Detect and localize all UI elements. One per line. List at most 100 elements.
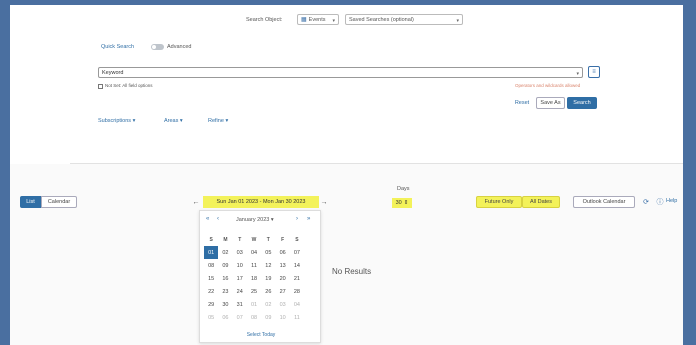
calendar-icon: ▦ (301, 17, 307, 23)
calendar-day[interactable]: 04 (247, 246, 261, 259)
search-panel: Search Object: ▦ Events ▾ Saved Searches… (10, 5, 683, 163)
calendar-day[interactable]: 23 (218, 285, 232, 298)
calendar-day[interactable]: 22 (204, 285, 218, 298)
refresh-icon[interactable]: ⟳ (641, 196, 651, 208)
calendar-day[interactable]: 10 (233, 259, 247, 272)
results-area (10, 164, 683, 345)
reset-button[interactable]: Reset (510, 97, 534, 109)
weekday-label: S (295, 236, 299, 243)
calendar-day[interactable]: 07 (233, 311, 247, 324)
keyword-value: Keyword (102, 69, 124, 76)
calendar-day[interactable]: 17 (233, 272, 247, 285)
future-only-button[interactable]: Future Only (476, 196, 522, 208)
date-range-display[interactable]: Sun Jan 01 2023 - Mon Jan 30 2023 (203, 196, 319, 208)
calendar-day[interactable]: 12 (261, 259, 275, 272)
calendar-day[interactable]: 13 (275, 259, 289, 272)
help-icon[interactable]: ⓘ (655, 196, 665, 208)
operators-hint: Operators and wildcards allowed (515, 83, 581, 88)
saved-searches-select[interactable]: Saved Searches (optional) ▾ (345, 14, 463, 25)
next-year-icon[interactable]: » (307, 216, 310, 222)
chevron-down-icon: ▾ (576, 71, 579, 77)
quick-search-label[interactable]: Quick Search (101, 44, 134, 50)
calendar-day[interactable]: 01 (204, 246, 219, 259)
calendar-day[interactable]: 07 (290, 246, 304, 259)
keyword-input[interactable]: Keyword ▾ (98, 67, 583, 78)
help-link[interactable]: Help (666, 198, 677, 204)
all-fields-checkbox[interactable] (98, 84, 103, 89)
calendar-day[interactable]: 02 (261, 298, 275, 311)
saved-searches-placeholder: Saved Searches (optional) (349, 16, 414, 23)
calendar-view-button[interactable]: Calendar (41, 196, 77, 208)
search-object-select[interactable]: ▦ Events ▾ (297, 14, 339, 25)
chevron-down-icon: ▾ (225, 118, 229, 124)
days-value: 30 (395, 200, 402, 206)
list-view-button[interactable]: List (20, 196, 41, 208)
prev-month-icon[interactable]: ‹ (217, 216, 219, 222)
all-dates-button[interactable]: All Dates (522, 196, 560, 208)
save-as-button[interactable]: Save As (536, 97, 565, 109)
areas-dropdown[interactable]: Areas ▾ (164, 118, 183, 124)
stepper-icon[interactable]: ⇕ (404, 200, 409, 206)
calendar-day[interactable]: 26 (261, 285, 275, 298)
calendar-day[interactable]: 20 (275, 272, 289, 285)
weekday-label: T (266, 236, 270, 243)
weekday-label: S (209, 236, 213, 243)
calendar-day[interactable]: 11 (247, 259, 261, 272)
chevron-down-icon: ▾ (132, 118, 136, 124)
prev-range-arrow[interactable]: ← (192, 196, 200, 208)
month-year-select[interactable]: January 2023 ▾ (236, 217, 274, 223)
calendar-day[interactable]: 06 (218, 311, 232, 324)
prev-year-icon[interactable]: « (206, 216, 209, 222)
calendar-day[interactable]: 02 (218, 246, 232, 259)
calendar-day[interactable]: 09 (261, 311, 275, 324)
outlook-calendar-button[interactable]: Outlook Calendar (573, 196, 635, 208)
days-stepper[interactable]: 30 ⇕ (392, 198, 412, 208)
calendar-day[interactable]: 09 (218, 259, 232, 272)
calendar-day[interactable]: 10 (275, 311, 289, 324)
advanced-label: Advanced (167, 44, 192, 50)
search-object-value: Events (308, 16, 326, 23)
calendar-day[interactable]: 05 (204, 311, 218, 324)
no-results-message: No Results (332, 267, 372, 276)
weekday-label: W (251, 236, 257, 243)
calendar-day[interactable]: 15 (204, 272, 218, 285)
calendar-day[interactable]: 06 (275, 246, 289, 259)
calendar-day[interactable]: 29 (204, 298, 218, 311)
select-today-link[interactable]: Select Today (200, 332, 322, 338)
calendar-day[interactable]: 03 (233, 246, 247, 259)
search-options-icon[interactable]: ≡ (588, 66, 600, 78)
calendar-grid: S M T W T F S 01 02 03 04 05 06 07 08 09… (204, 233, 304, 324)
weekday-label: F (281, 236, 285, 243)
date-picker: « ‹ January 2023 ▾ › » S M T W T F S 01 … (199, 210, 321, 343)
calendar-day[interactable]: 04 (290, 298, 304, 311)
calendar-day[interactable]: 21 (290, 272, 304, 285)
calendar-day[interactable]: 16 (218, 272, 232, 285)
calendar-day[interactable]: 03 (275, 298, 289, 311)
chevron-down-icon: ▾ (270, 217, 274, 223)
search-button[interactable]: Search (567, 97, 597, 109)
calendar-day[interactable]: 05 (261, 246, 275, 259)
calendar-day[interactable]: 14 (290, 259, 304, 272)
subscriptions-dropdown[interactable]: Subscriptions ▾ (98, 118, 135, 124)
calendar-day[interactable]: 24 (233, 285, 247, 298)
advanced-toggle[interactable] (151, 44, 164, 50)
search-object-label: Search Object: (246, 17, 283, 23)
calendar-day[interactable]: 30 (218, 298, 232, 311)
calendar-day[interactable]: 01 (247, 298, 261, 311)
weekday-label: M (223, 236, 228, 243)
chevron-down-icon: ▾ (179, 118, 183, 124)
calendar-day[interactable]: 28 (290, 285, 304, 298)
next-range-arrow[interactable]: → (320, 196, 328, 208)
calendar-day[interactable]: 31 (233, 298, 247, 311)
days-label: Days (397, 186, 410, 192)
next-month-icon[interactable]: › (296, 216, 298, 222)
calendar-day[interactable]: 19 (261, 272, 275, 285)
calendar-day[interactable]: 25 (247, 285, 261, 298)
calendar-day[interactable]: 11 (290, 311, 304, 324)
calendar-day[interactable]: 08 (204, 259, 218, 272)
weekday-label: T (238, 236, 242, 243)
calendar-day[interactable]: 18 (247, 272, 261, 285)
calendar-day[interactable]: 08 (247, 311, 261, 324)
refine-dropdown[interactable]: Refine ▾ (208, 118, 228, 124)
calendar-day[interactable]: 27 (275, 285, 289, 298)
